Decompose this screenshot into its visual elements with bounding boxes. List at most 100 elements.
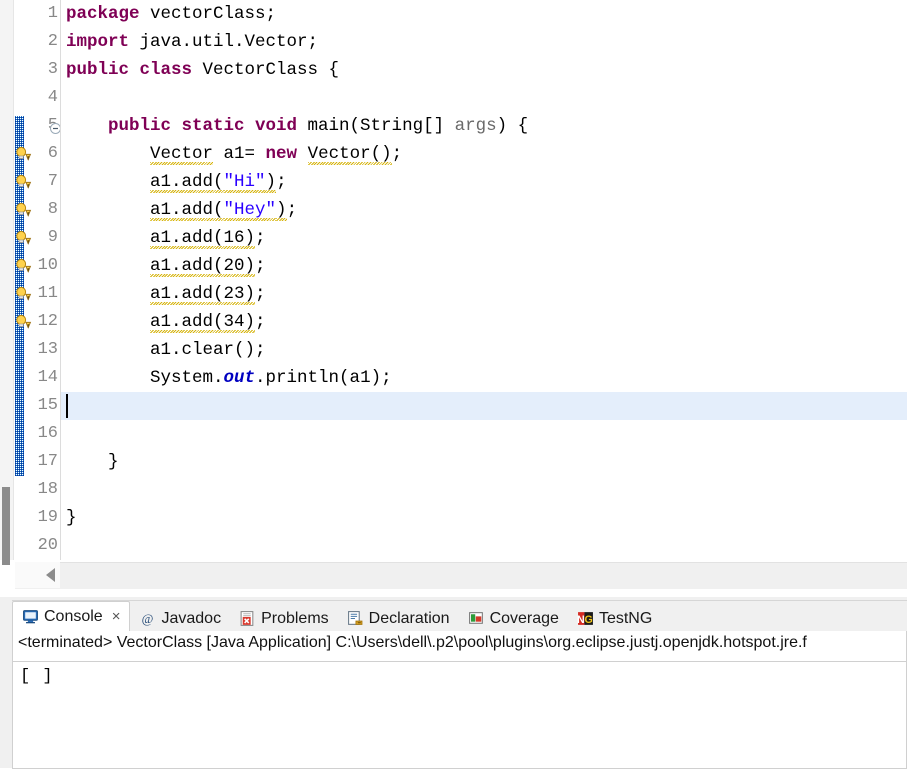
code-line[interactable]: import java.util.Vector; bbox=[66, 28, 907, 56]
code-token: Vector bbox=[150, 144, 214, 164]
code-token: a1.clear(); bbox=[66, 340, 266, 360]
code-line[interactable] bbox=[66, 532, 907, 560]
code-token: ) { bbox=[496, 116, 529, 136]
code-line[interactable] bbox=[66, 420, 907, 448]
console-tab-javadoc[interactable]: @ Javadoc bbox=[130, 605, 230, 632]
code-token: a1.add( bbox=[150, 172, 224, 192]
console-tab-console[interactable]: Console × bbox=[12, 601, 131, 632]
code-token: args bbox=[454, 116, 497, 136]
code-token: main(String[] bbox=[297, 116, 455, 136]
code-line[interactable]: } bbox=[66, 504, 907, 532]
code-token: .println(a1); bbox=[255, 368, 392, 388]
code-token: ; bbox=[391, 144, 403, 164]
console-header-separator bbox=[13, 661, 906, 662]
console-tab-declaration[interactable]: Declaration bbox=[338, 605, 459, 632]
line-number: 6 bbox=[47, 144, 58, 163]
code-line[interactable]: a1.add("Hi"); bbox=[66, 168, 907, 196]
line-number: 19 bbox=[37, 508, 58, 527]
eclipse-ide-window: 1234567891011121314151617181920 package … bbox=[0, 0, 907, 769]
code-line[interactable]: public static void main(String[] args) { bbox=[66, 112, 907, 140]
code-token: "Hi" bbox=[223, 172, 266, 192]
code-line[interactable]: a1.add("Hey"); bbox=[66, 196, 907, 224]
console-output-area[interactable]: <terminated> VectorClass [Java Applicati… bbox=[12, 631, 907, 769]
console-tab-label: Declaration bbox=[368, 609, 450, 627]
console-icon bbox=[22, 608, 39, 625]
line-number: 13 bbox=[37, 340, 58, 359]
code-line[interactable]: System.out.println(a1); bbox=[66, 364, 907, 392]
code-line[interactable]: a1.add(16); bbox=[66, 224, 907, 252]
left-arrow-icon[interactable] bbox=[46, 568, 55, 582]
line-number-ruler: 1234567891011121314151617181920 bbox=[24, 0, 58, 560]
code-token: VectorClass { bbox=[192, 60, 340, 80]
console-tab-label: Javadoc bbox=[161, 609, 222, 627]
code-line[interactable]: a1.clear(); bbox=[66, 336, 907, 364]
line-number: 8 bbox=[47, 200, 58, 219]
code-token: public static void bbox=[108, 116, 298, 136]
problems-icon bbox=[239, 610, 256, 627]
line-number: 2 bbox=[47, 32, 58, 51]
line-number: 10 bbox=[37, 256, 58, 275]
editor-horizontal-scrollbar[interactable] bbox=[15, 562, 907, 589]
console-tab-label: Console bbox=[44, 607, 103, 625]
code-token: package bbox=[66, 4, 140, 24]
code-token: a1.add(23) bbox=[150, 284, 256, 304]
code-line[interactable]: public class VectorClass { bbox=[66, 56, 907, 84]
console-tab-testng[interactable]: N G TestNG bbox=[568, 605, 661, 632]
line-number: 15 bbox=[37, 396, 58, 415]
console-tab-bar[interactable]: Console × @ Javadoc Problems Declaration Cover… bbox=[12, 601, 907, 632]
code-token: a1= bbox=[213, 144, 266, 164]
vertical-scrollbar-thumb[interactable] bbox=[2, 487, 10, 565]
code-token: ; bbox=[276, 172, 287, 192]
console-tab-coverage[interactable]: Coverage bbox=[459, 605, 568, 632]
code-token: a1.add(20) bbox=[150, 256, 256, 276]
line-number: 3 bbox=[47, 60, 58, 79]
code-line[interactable] bbox=[66, 84, 907, 112]
code-line[interactable]: a1.add(23); bbox=[66, 280, 907, 308]
code-token: new bbox=[265, 144, 298, 164]
code-line[interactable]: package vectorClass; bbox=[66, 0, 907, 28]
code-line[interactable] bbox=[66, 392, 907, 420]
code-line[interactable]: } bbox=[66, 448, 907, 476]
code-token: } bbox=[66, 452, 119, 472]
line-number: 11 bbox=[37, 284, 58, 303]
code-token: out bbox=[223, 368, 256, 388]
line-number: 4 bbox=[47, 88, 58, 107]
panel-left-edge bbox=[0, 597, 12, 768]
close-icon[interactable]: × bbox=[112, 608, 121, 625]
svg-text:@: @ bbox=[142, 612, 154, 626]
testng-icon: NG bbox=[577, 610, 594, 627]
line-number: 14 bbox=[37, 368, 58, 387]
line-number: 16 bbox=[37, 424, 58, 443]
code-token: a1.add(34) bbox=[150, 312, 256, 332]
code-token: a1.add(16) bbox=[150, 228, 256, 248]
editor-vertical-scrollbar[interactable] bbox=[0, 0, 14, 565]
source-code-text[interactable]: package vectorClass; import java.util.Vec… bbox=[66, 0, 907, 560]
console-tab-problems[interactable]: Problems bbox=[230, 605, 338, 632]
code-token: java.util.Vector; bbox=[129, 32, 319, 52]
line-number: 20 bbox=[37, 536, 58, 555]
line-number: 1 bbox=[47, 4, 58, 23]
code-token: Vector() bbox=[307, 144, 392, 164]
javadoc-at-icon: @ bbox=[139, 610, 156, 627]
console-tab-label: TestNG bbox=[598, 609, 653, 627]
code-token: ) bbox=[265, 172, 277, 192]
code-token: ; bbox=[255, 284, 266, 304]
code-line[interactable]: a1.add(20); bbox=[66, 252, 907, 280]
code-line[interactable] bbox=[66, 476, 907, 504]
code-token: import bbox=[66, 32, 130, 52]
code-token: public class bbox=[66, 60, 193, 80]
code-line[interactable]: a1.add(34); bbox=[66, 308, 907, 336]
console-tab-label: Problems bbox=[261, 609, 329, 627]
java-code-editor[interactable]: 1234567891011121314151617181920 package … bbox=[0, 0, 907, 597]
code-line[interactable]: Vector a1= new Vector(); bbox=[66, 140, 907, 168]
code-token: System. bbox=[66, 368, 224, 388]
svg-text:N: N bbox=[577, 614, 585, 626]
gutter-separator bbox=[60, 0, 61, 560]
line-number: 12 bbox=[37, 312, 58, 331]
